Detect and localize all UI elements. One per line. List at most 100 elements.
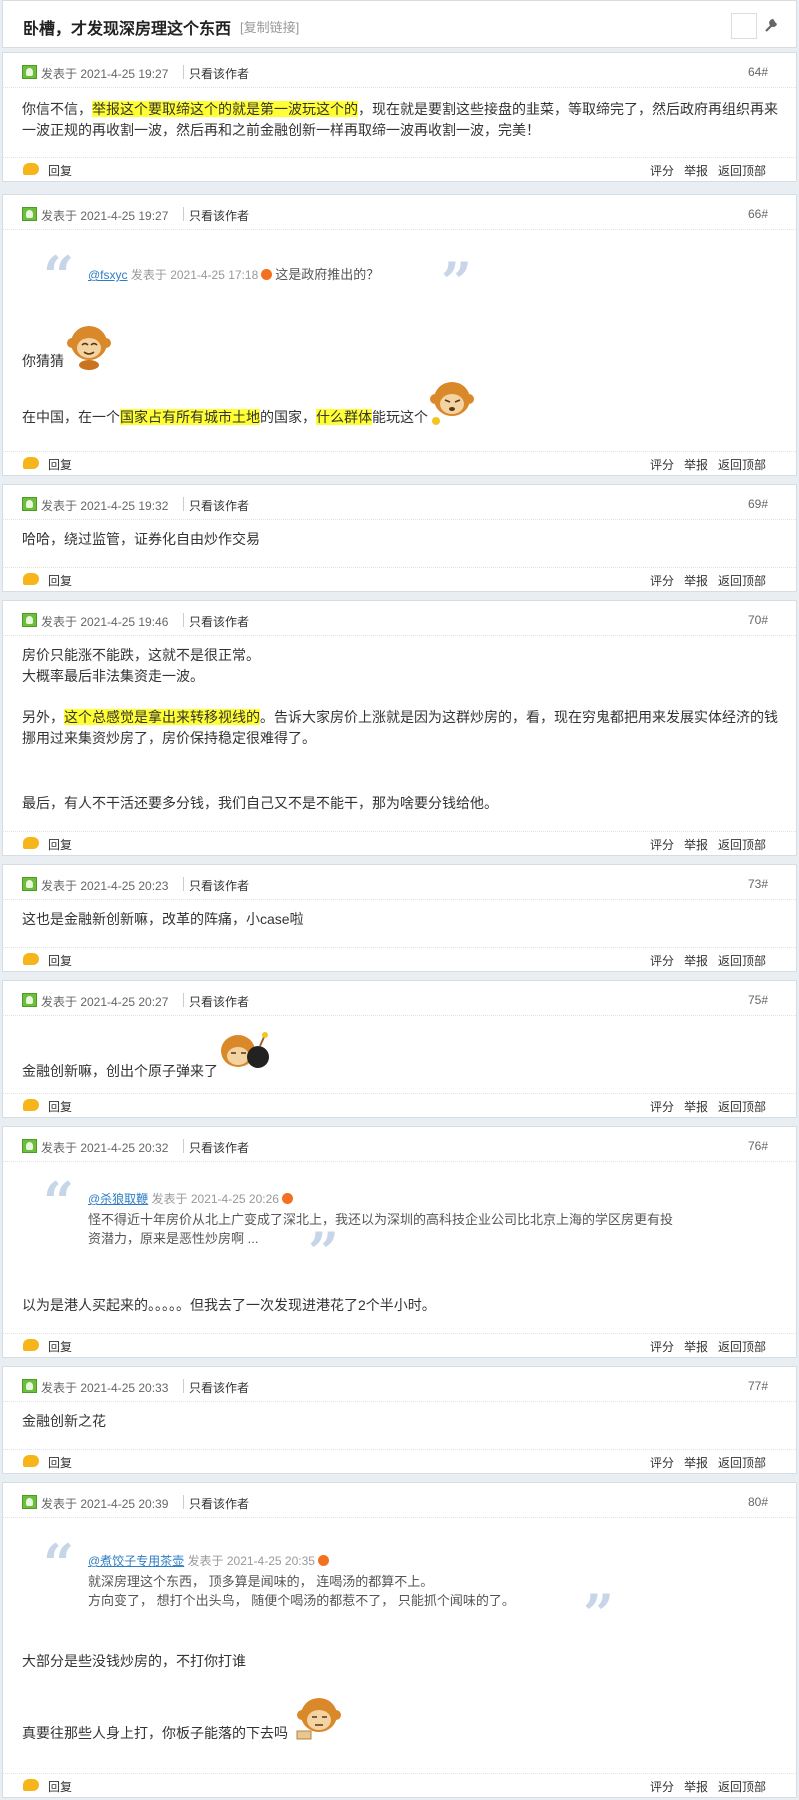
reply-icon[interactable] [23, 573, 39, 585]
back-to-top-button[interactable]: 返回顶部 [718, 164, 766, 178]
goto-post-icon[interactable] [261, 269, 273, 280]
only-author-link[interactable]: 只看该作者 [189, 1495, 249, 1512]
floor-number: 76# [747, 1139, 768, 1153]
quote-block: “ @杀狼取鞭 发表于 2021-4-25 20:26 怪不得近十年房价从北上广… [43, 1175, 743, 1279]
report-button[interactable]: 举报 [684, 1456, 708, 1470]
post-footer: 回复 评分 举报 返回顶部 [3, 1449, 796, 1474]
reply-icon[interactable] [23, 163, 39, 175]
post-77: 发表于 2021-4-25 20:33 只看该作者 77# 金融创新之花 回复 … [2, 1366, 797, 1474]
report-button[interactable]: 举报 [684, 574, 708, 588]
quote-line: 怪不得近十年房价从北上广变成了深北上，我还以为深圳的高科技企业公司比北京上海的学… [88, 1212, 674, 1227]
only-author-link[interactable]: 只看该作者 [189, 613, 249, 630]
thread-page: 卧槽，才发现深房理这个东西 [复制链接] 发表于 2021-4-25 19:27… [0, 0, 799, 1800]
reply-icon[interactable] [23, 1339, 39, 1351]
quote-author-link[interactable]: @fsxyc [88, 268, 128, 282]
only-author-link[interactable]: 只看该作者 [189, 65, 249, 82]
post-footer: 回复 评分 举报 返回顶部 [3, 451, 796, 476]
only-author-link[interactable]: 只看该作者 [189, 877, 249, 894]
back-to-top-button[interactable]: 返回顶部 [718, 838, 766, 852]
report-button[interactable]: 举报 [684, 1340, 708, 1354]
reply-icon[interactable] [23, 457, 39, 469]
user-online-icon [22, 65, 37, 79]
reply-button[interactable]: 回复 [48, 1454, 72, 1471]
reply-icon[interactable] [23, 1779, 39, 1791]
goto-post-icon[interactable] [281, 1193, 293, 1204]
back-to-top-button[interactable]: 返回顶部 [718, 574, 766, 588]
reply-button[interactable]: 回复 [48, 162, 72, 179]
post-time: 发表于 2021-4-25 19:46 [41, 615, 169, 629]
reply-icon[interactable] [23, 837, 39, 849]
post-text: 一波正规的再收割一波，然后再和之前金融创新一样再取缔一波再收割一波，完美！ [22, 122, 540, 138]
reply-button[interactable]: 回复 [48, 572, 72, 589]
back-to-top-button[interactable]: 返回顶部 [718, 1340, 766, 1354]
only-author-link[interactable]: 只看该作者 [189, 207, 249, 224]
report-button[interactable]: 举报 [684, 164, 708, 178]
goto-post-icon[interactable] [317, 1555, 329, 1566]
rate-button[interactable]: 评分 [650, 1456, 674, 1470]
post-header: 发表于 2021-4-25 20:33 只看该作者 77# [3, 1367, 796, 1402]
back-to-top-button[interactable]: 返回顶部 [718, 1456, 766, 1470]
quote-author-link[interactable]: @杀狼取鞭 [88, 1192, 148, 1206]
back-to-top-button[interactable]: 返回顶部 [718, 1100, 766, 1114]
report-button[interactable]: 举报 [684, 954, 708, 968]
copy-link[interactable]: [复制链接] [240, 17, 299, 36]
post-text: 金融创新之花 [22, 1413, 106, 1429]
only-author-link[interactable]: 只看该作者 [189, 1139, 249, 1156]
reply-button[interactable]: 回复 [48, 456, 72, 473]
monkey-emoji-icon [430, 382, 474, 425]
post-body: 你信不信，举报这个要取缔这个的就是第一波玩这个的，现在就是要割这些接盘的韭菜，等… [22, 99, 782, 141]
reply-button[interactable]: 回复 [48, 836, 72, 853]
reply-icon[interactable] [23, 953, 39, 965]
user-online-icon [22, 497, 37, 511]
report-button[interactable]: 举报 [684, 1780, 708, 1794]
reply-button[interactable]: 回复 [48, 1778, 72, 1795]
reply-icon[interactable] [23, 1455, 39, 1467]
open-quote-icon: “ [43, 1170, 75, 1234]
quote-block: “ @煮饺子专用茶壶 发表于 2021-4-25 20:35 就深房理这个东西，… [43, 1537, 743, 1641]
rate-button[interactable]: 评分 [650, 164, 674, 178]
back-to-top-button[interactable]: 返回顶部 [718, 954, 766, 968]
post-66: 发表于 2021-4-25 19:27 只看该作者 66# “ @fsxyc 发… [2, 194, 797, 476]
quote-author-link[interactable]: @煮饺子专用茶壶 [88, 1554, 184, 1568]
post-header: 发表于 2021-4-25 20:32 只看该作者 76# [3, 1127, 796, 1162]
post-text: 这也是金融新创新嘛，改革的阵痛，小case啦 [22, 911, 304, 927]
rate-button[interactable]: 评分 [650, 574, 674, 588]
reply-button[interactable]: 回复 [48, 1338, 72, 1355]
post-time: 发表于 2021-4-25 20:32 [41, 1141, 169, 1155]
post-footer: 回复 评分 举报 返回顶部 [3, 1333, 796, 1358]
rate-button[interactable]: 评分 [650, 458, 674, 472]
toolbar-button[interactable] [731, 13, 757, 39]
back-to-top-button[interactable]: 返回顶部 [718, 458, 766, 472]
post-footer: 回复 评分 举报 返回顶部 [3, 157, 796, 182]
report-button[interactable]: 举报 [684, 458, 708, 472]
floor-number: 77# [747, 1379, 768, 1393]
thread-title: 卧槽，才发现深房理这个东西 [23, 21, 232, 38]
reply-icon[interactable] [23, 1099, 39, 1111]
post-footer: 回复 评分 举报 返回顶部 [3, 831, 796, 856]
post-text: 你猜猜 [22, 353, 64, 369]
post-header: 发表于 2021-4-25 19:27 只看该作者 66# [3, 195, 796, 230]
reply-button[interactable]: 回复 [48, 1098, 72, 1115]
rate-button[interactable]: 评分 [650, 838, 674, 852]
report-button[interactable]: 举报 [684, 838, 708, 852]
post-text: 能玩这个 [372, 409, 428, 425]
only-author-link[interactable]: 只看该作者 [189, 993, 249, 1010]
floor-number: 75# [747, 993, 768, 1007]
floor-number: 70# [747, 613, 768, 627]
post-time: 发表于 2021-4-25 20:33 [41, 1381, 169, 1395]
reply-button[interactable]: 回复 [48, 952, 72, 969]
rate-button[interactable]: 评分 [650, 1100, 674, 1114]
back-to-top-button[interactable]: 返回顶部 [718, 1780, 766, 1794]
highlighted-text: 举报这个要取缔这个的就是第一波玩这个的 [92, 101, 358, 117]
rate-button[interactable]: 评分 [650, 1340, 674, 1354]
post-header: 发表于 2021-4-25 19:27 只看该作者 64# [3, 53, 796, 88]
post-time: 发表于 2021-4-25 20:39 [41, 1497, 169, 1511]
only-author-link[interactable]: 只看该作者 [189, 1379, 249, 1396]
rate-button[interactable]: 评分 [650, 954, 674, 968]
only-author-link[interactable]: 只看该作者 [189, 497, 249, 514]
post-body: 最后，有人不干活还要多分钱，我们自己又不是不能干，那为啥要分钱给他。 [22, 793, 782, 814]
wrench-icon[interactable] [763, 15, 781, 33]
post-73: 发表于 2021-4-25 20:23 只看该作者 73# 这也是金融新创新嘛，… [2, 864, 797, 972]
rate-button[interactable]: 评分 [650, 1780, 674, 1794]
report-button[interactable]: 举报 [684, 1100, 708, 1114]
